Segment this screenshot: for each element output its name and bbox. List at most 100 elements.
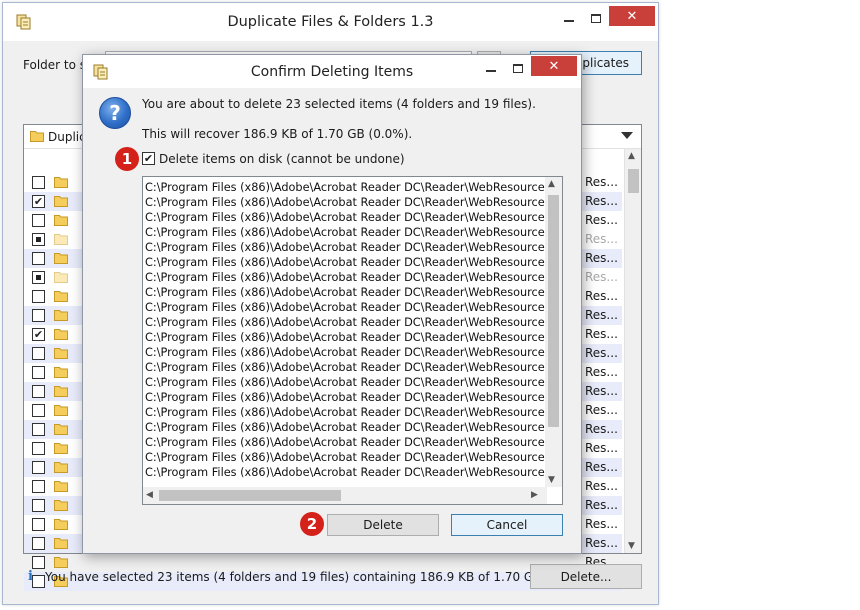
scroll-left-icon[interactable]: ◀	[146, 490, 153, 500]
path-list-item[interactable]: C:\Program Files (x86)\Adobe\Acrobat Rea…	[145, 225, 547, 240]
path-list-item[interactable]: C:\Program Files (x86)\Adobe\Acrobat Rea…	[145, 420, 547, 435]
row-checkbox[interactable]	[32, 309, 45, 322]
dialog-maximize-button[interactable]	[503, 55, 533, 81]
row-path-tail: Res...	[585, 346, 618, 360]
folder-icon	[54, 309, 68, 324]
row-path-tail: Res...	[585, 251, 618, 265]
path-list-item[interactable]: C:\Program Files (x86)\Adobe\Acrobat Rea…	[145, 210, 547, 225]
row-path-tail: Res...	[585, 384, 618, 398]
path-list-item[interactable]: C:\Program Files (x86)\Adobe\Acrobat Rea…	[145, 315, 547, 330]
path-list-item[interactable]: C:\Program Files (x86)\Adobe\Acrobat Rea…	[145, 195, 547, 210]
scroll-up-icon[interactable]: ▲	[548, 179, 555, 189]
status-text: You have selected 23 items (4 folders an…	[45, 570, 589, 584]
maximize-button[interactable]	[581, 5, 611, 31]
dropdown-arrow-icon[interactable]	[621, 132, 633, 139]
row-checkbox[interactable]	[32, 556, 45, 569]
confirm-dialog: Confirm Deleting Items ✕ ? You are about…	[82, 54, 582, 554]
row-checkbox[interactable]	[32, 537, 45, 550]
row-path-tail: Res...	[585, 270, 618, 284]
path-list-item[interactable]: C:\Program Files (x86)\Adobe\Acrobat Rea…	[145, 360, 547, 375]
path-list-item[interactable]: C:\Program Files (x86)\Adobe\Acrobat Rea…	[145, 300, 547, 315]
path-list-item[interactable]: C:\Program Files (x86)\Adobe\Acrobat Rea…	[145, 330, 547, 345]
maximize-icon	[591, 13, 601, 23]
row-checkbox[interactable]	[32, 271, 45, 284]
path-horizontal-scrollbar[interactable]: ◀ ▶	[143, 487, 547, 504]
path-horizontal-thumb[interactable]	[159, 490, 341, 501]
row-path-tail: Res...	[585, 517, 618, 531]
folder-icon	[54, 195, 68, 210]
delete-on-disk-label[interactable]: Delete items on disk (cannot be undone)	[159, 152, 405, 166]
scroll-down-icon[interactable]: ▼	[628, 541, 635, 551]
path-list-item[interactable]: C:\Program Files (x86)\Adobe\Acrobat Rea…	[145, 465, 547, 480]
path-list-item[interactable]: C:\Program Files (x86)\Adobe\Acrobat Rea…	[145, 345, 547, 360]
row-checkbox[interactable]	[32, 214, 45, 227]
path-list-item[interactable]: C:\Program Files (x86)\Adobe\Acrobat Rea…	[145, 375, 547, 390]
path-list-item[interactable]: C:\Program Files (x86)\Adobe\Acrobat Rea…	[145, 285, 547, 300]
dialog-cancel-button[interactable]: Cancel	[451, 514, 563, 536]
row-path-tail: Res...	[585, 441, 618, 455]
row-checkbox[interactable]	[32, 518, 45, 531]
row-checkbox[interactable]: ✔	[32, 328, 45, 341]
step-marker-1: 1	[115, 147, 139, 171]
path-list-item[interactable]: C:\Program Files (x86)\Adobe\Acrobat Rea…	[145, 405, 547, 420]
row-checkbox[interactable]	[32, 461, 45, 474]
close-icon: ✕	[548, 58, 560, 74]
row-path-tail: Res...	[585, 403, 618, 417]
row-path-tail: Res...	[585, 194, 618, 208]
dialog-close-button[interactable]: ✕	[531, 56, 577, 76]
row-checkbox[interactable]	[32, 366, 45, 379]
row-checkbox[interactable]: ✔	[32, 195, 45, 208]
folder-icon	[54, 328, 68, 343]
row-checkbox[interactable]	[32, 176, 45, 189]
close-button[interactable]: ✕	[609, 6, 655, 26]
row-path-tail: Res...	[585, 460, 618, 474]
row-checkbox[interactable]	[32, 442, 45, 455]
help-icon: ?	[99, 97, 131, 129]
delete-on-disk-checkbox[interactable]: ✔	[142, 152, 155, 165]
row-checkbox[interactable]	[32, 404, 45, 417]
row-checkbox[interactable]	[32, 575, 45, 588]
row-checkbox[interactable]	[32, 290, 45, 303]
row-path-tail: Res...	[585, 536, 618, 550]
row-checkbox[interactable]	[32, 480, 45, 493]
path-list-item[interactable]: C:\Program Files (x86)\Adobe\Acrobat Rea…	[145, 390, 547, 405]
results-scrollbar[interactable]: ▲ ▼	[624, 149, 641, 553]
scroll-up-icon[interactable]: ▲	[628, 151, 635, 161]
dialog-delete-button[interactable]: Delete	[327, 514, 439, 536]
folder-icon	[54, 423, 68, 438]
dialog-minimize-button[interactable]	[476, 55, 506, 81]
row-checkbox[interactable]	[32, 499, 45, 512]
row-checkbox[interactable]	[32, 252, 45, 265]
minimize-button[interactable]	[554, 5, 584, 31]
scroll-down-icon[interactable]: ▼	[548, 475, 555, 485]
scroll-right-icon[interactable]: ▶	[531, 490, 538, 500]
dialog-titlebar: Confirm Deleting Items ✕	[83, 55, 581, 88]
path-vertical-scrollbar[interactable]: ▲ ▼	[545, 177, 562, 487]
row-checkbox[interactable]	[32, 423, 45, 436]
folder-icon	[54, 347, 68, 362]
folder-icon	[54, 537, 68, 552]
folder-icon	[54, 480, 68, 495]
panel-header-label: Duplic	[48, 130, 86, 144]
path-list-item[interactable]: C:\Program Files (x86)\Adobe\Acrobat Rea…	[145, 450, 547, 465]
delete-button[interactable]: Delete...	[530, 564, 642, 589]
step-marker-2: 2	[300, 512, 324, 536]
path-list-item[interactable]: C:\Program Files (x86)\Adobe\Acrobat Rea…	[145, 270, 547, 285]
path-vertical-thumb[interactable]	[548, 195, 559, 427]
results-scroll-thumb[interactable]	[628, 169, 639, 193]
row-path-tail: Res...	[585, 232, 618, 246]
path-list-item[interactable]: C:\Program Files (x86)\Adobe\Acrobat Rea…	[145, 180, 547, 195]
folder-icon	[54, 176, 68, 191]
row-checkbox[interactable]	[32, 233, 45, 246]
folder-icon	[54, 499, 68, 514]
path-list[interactable]: C:\Program Files (x86)\Adobe\Acrobat Rea…	[142, 176, 563, 505]
folder-icon	[54, 404, 68, 419]
path-list-item[interactable]: C:\Program Files (x86)\Adobe\Acrobat Rea…	[145, 240, 547, 255]
path-list-item[interactable]: C:\Program Files (x86)\Adobe\Acrobat Rea…	[145, 435, 547, 450]
row-checkbox[interactable]	[32, 385, 45, 398]
folder-icon	[54, 290, 68, 305]
path-list-item[interactable]: C:\Program Files (x86)\Adobe\Acrobat Rea…	[145, 255, 547, 270]
row-checkbox[interactable]	[32, 347, 45, 360]
row-path-tail: Res...	[585, 327, 618, 341]
row-path-tail: Res...	[585, 498, 618, 512]
